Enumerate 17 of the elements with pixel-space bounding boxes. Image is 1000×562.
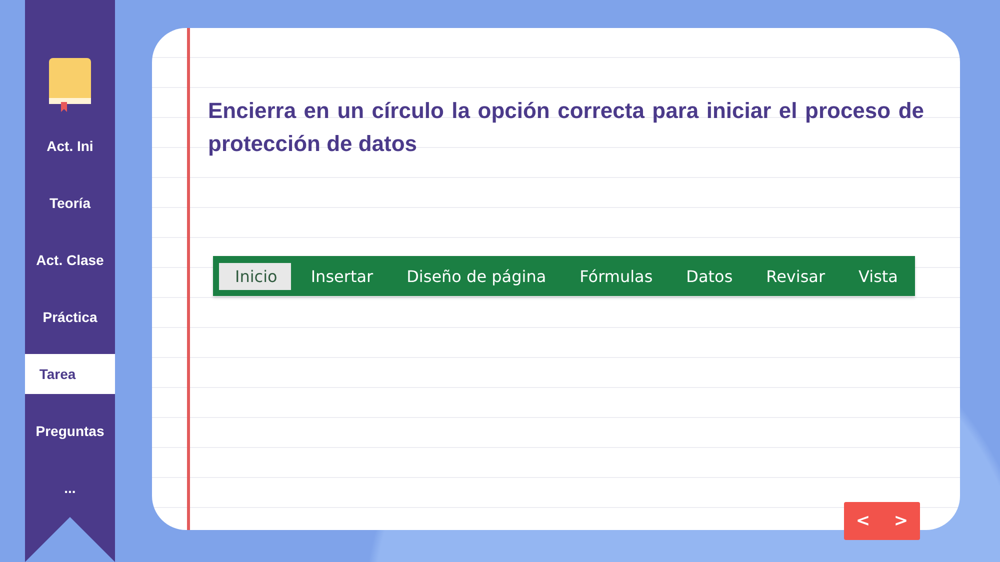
previous-button[interactable]: < (850, 509, 876, 533)
book-icon (47, 58, 93, 112)
ribbon-tab[interactable]: Fórmulas (564, 263, 667, 290)
sidebar-item[interactable]: Act. Clase (36, 240, 104, 280)
ribbon-tab[interactable]: Diseño de página (390, 263, 560, 290)
sidebar-item[interactable]: Preguntas (36, 411, 104, 451)
sidebar-item[interactable]: Act. Ini (46, 126, 94, 166)
sidebar-item[interactable]: ... (64, 468, 76, 508)
question-text: Encierra en un círculo la opción correcta para iniciar el proceso de protección de datos (208, 97, 924, 158)
ribbon-tab[interactable]: Inicio (219, 263, 292, 290)
next-button[interactable]: > (888, 509, 914, 533)
sidebar-item[interactable]: Teoría (50, 183, 90, 223)
ribbon-tab[interactable]: Datos (670, 263, 747, 290)
sidebar-item[interactable]: Práctica (42, 297, 98, 337)
ribbon-tab[interactable]: Insertar (294, 263, 388, 290)
ribbon-tab[interactable]: Vista (842, 263, 912, 290)
ribbon-tab[interactable]: Revisar (750, 263, 840, 290)
